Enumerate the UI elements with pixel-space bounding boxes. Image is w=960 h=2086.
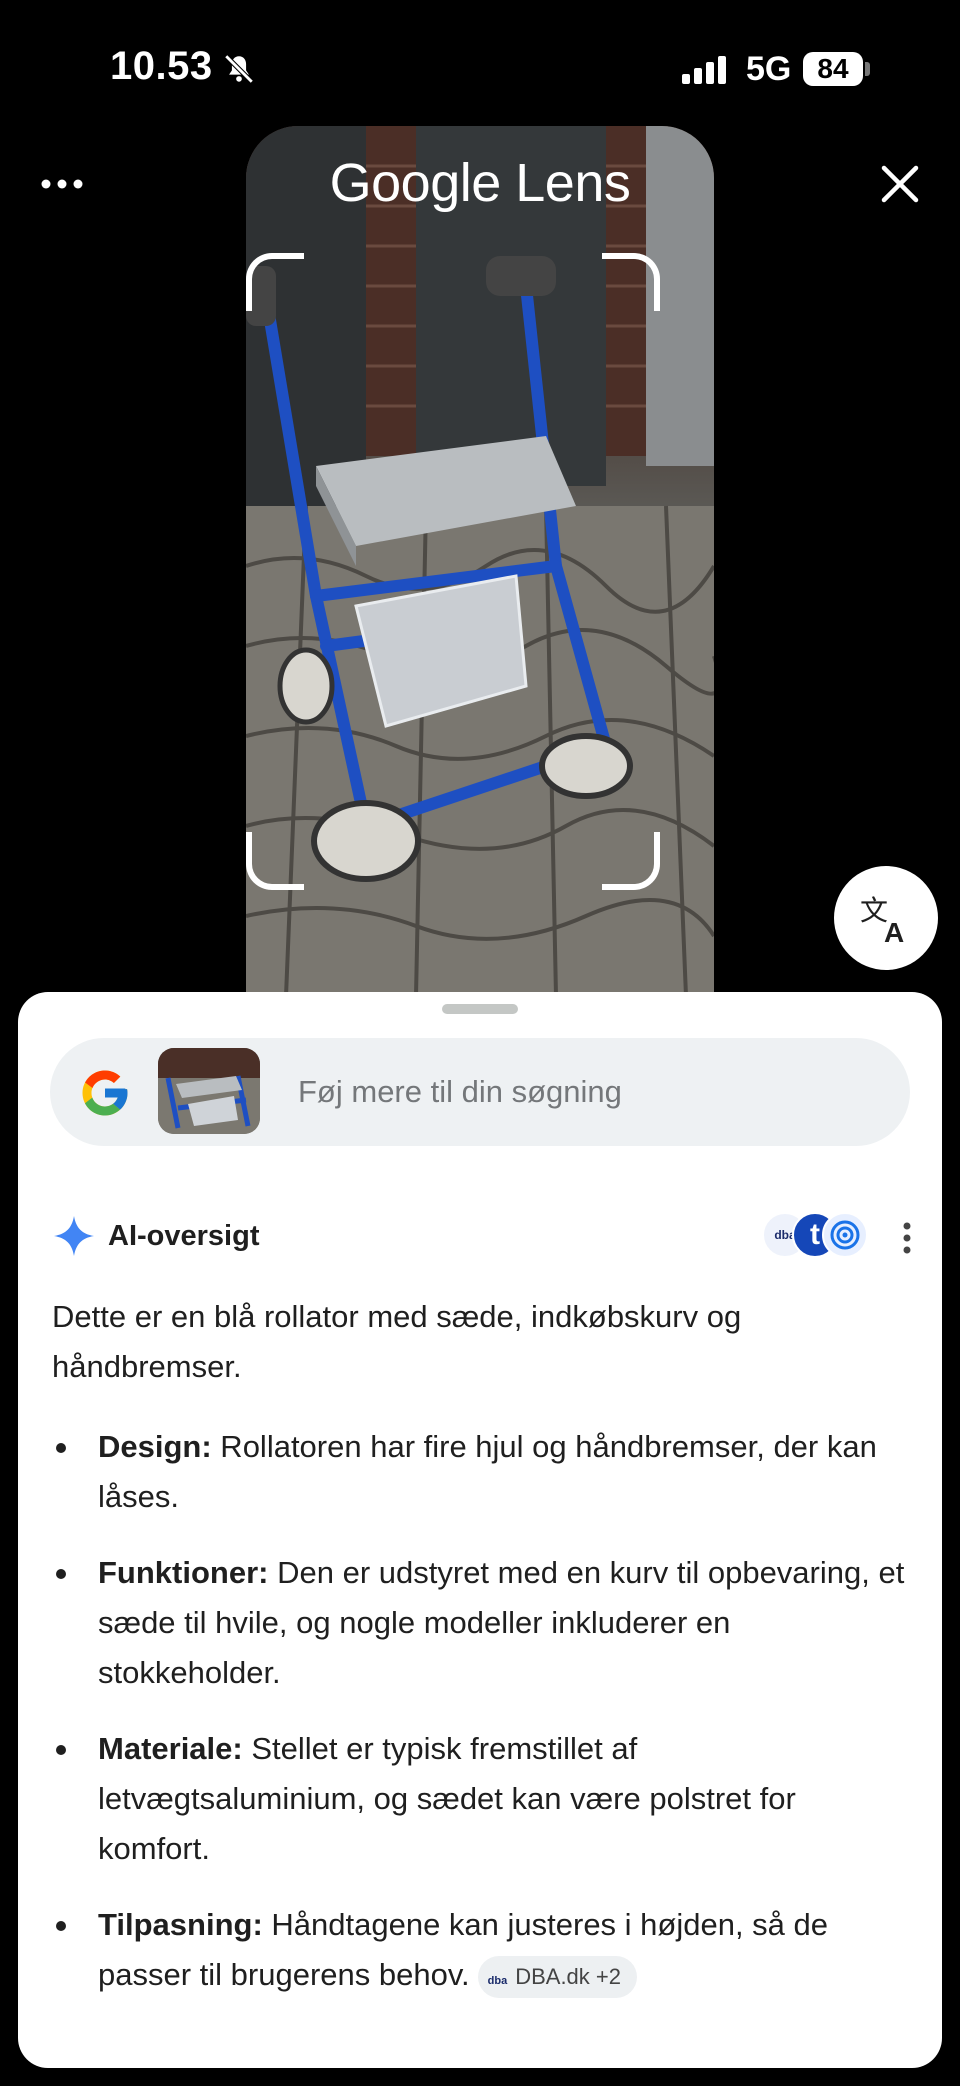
more-vertical-icon[interactable] xyxy=(892,1218,922,1258)
bullet-text: Rollatoren har fire hjul og håndbremser,… xyxy=(98,1429,877,1514)
battery-tip xyxy=(865,62,870,76)
list-item: Funktioner: Den er udstyret med en kurv … xyxy=(52,1548,912,1698)
crop-handle-top-left[interactable] xyxy=(246,253,304,311)
svg-text:A: A xyxy=(884,917,904,946)
translate-button[interactable]: 文 A xyxy=(834,866,938,970)
ai-bullet-list: Design: Rollatoren har fire hjul og hånd… xyxy=(52,1422,912,2026)
signal-icon xyxy=(682,56,726,84)
citation-chip[interactable]: dba DBA.dk +2 xyxy=(477,1955,637,1998)
crop-handle-top-right[interactable] xyxy=(602,253,660,311)
search-bar[interactable]: Føj mere til din søgning xyxy=(50,1038,910,1146)
bullet-term: Design: xyxy=(98,1429,212,1464)
status-time: 10.53 xyxy=(110,44,213,88)
citation-chip-label: DBA.dk +2 xyxy=(515,1963,621,1989)
bullet-term: Funktioner: xyxy=(98,1555,269,1590)
list-item: Design: Rollatoren har fire hjul og hånd… xyxy=(52,1422,912,1522)
bullet-term: Tilpasning: xyxy=(98,1907,263,1942)
source-badges[interactable]: dba t xyxy=(762,1212,872,1262)
bullet-term: Materiale: xyxy=(98,1731,243,1766)
list-item: Tilpasning: Håndtagene kan justeres i hø… xyxy=(52,1900,912,2000)
dba-logo-icon: dba xyxy=(487,1974,508,1987)
source-logo-icon xyxy=(830,1220,860,1250)
close-icon[interactable] xyxy=(876,160,924,208)
app-title: Google Lens xyxy=(329,153,631,213)
sheet-drag-handle[interactable] xyxy=(442,1004,518,1014)
crop-handle-bottom-right[interactable] xyxy=(602,832,660,890)
results-sheet: Føj mere til din søgning AI-oversigt dba… xyxy=(18,992,942,2068)
thumbnail-illustration xyxy=(158,1048,260,1134)
search-input[interactable]: Føj mere til din søgning xyxy=(298,1074,622,1110)
list-item: Materiale: Stellet er typisk fremstillet… xyxy=(52,1724,912,1874)
ai-overview-title: AI-oversigt xyxy=(108,1220,260,1252)
status-bar: 10.53 5G 84 xyxy=(0,0,960,140)
ai-overview-header: AI-oversigt dba t xyxy=(52,1210,922,1264)
network-type: 5G xyxy=(746,50,792,88)
query-thumbnail[interactable] xyxy=(158,1048,260,1134)
bell-off-icon xyxy=(224,54,254,84)
translate-icon: 文 A xyxy=(860,894,904,946)
source-badge-third[interactable] xyxy=(822,1212,868,1258)
battery-level: 84 xyxy=(803,52,863,86)
google-logo-icon xyxy=(82,1070,128,1116)
ai-summary-text: Dette er en blå rollator med sæde, indkø… xyxy=(52,1299,742,1384)
ai-sparkle-icon xyxy=(54,1216,94,1256)
crop-handle-bottom-left[interactable] xyxy=(246,832,304,890)
